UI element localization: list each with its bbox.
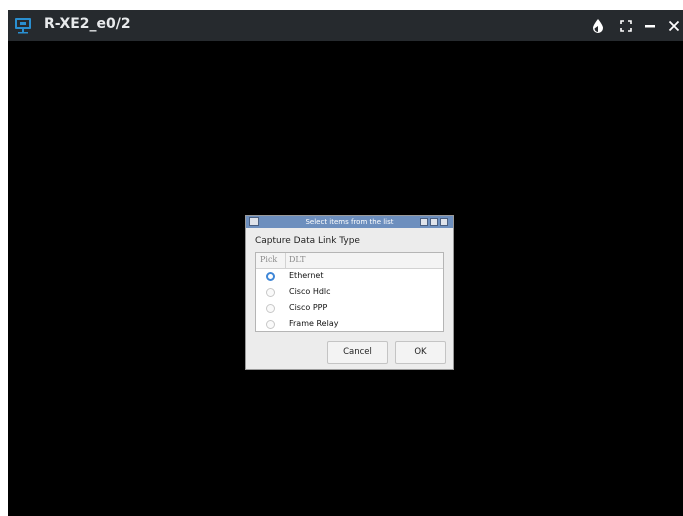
window-title: R-XE2_e0/2 xyxy=(44,16,131,32)
option-label: Cisco PPP xyxy=(289,303,328,312)
dlt-list: Pick DLT Ethernet Cisco Hdlc Cisco PPP F… xyxy=(255,252,444,332)
dialog-minimize-icon[interactable] xyxy=(420,218,428,226)
ok-button[interactable]: OK xyxy=(395,341,446,364)
column-header-pick[interactable]: Pick xyxy=(260,255,277,264)
radio-cisco-hdlc[interactable] xyxy=(266,288,275,297)
dialog-close-icon[interactable] xyxy=(440,218,448,226)
radio-ethernet[interactable] xyxy=(266,272,275,281)
list-item[interactable]: Frame Relay xyxy=(256,317,443,333)
column-header-dlt[interactable]: DLT xyxy=(289,255,305,264)
list-item[interactable]: Cisco PPP xyxy=(256,301,443,317)
column-divider xyxy=(285,253,286,268)
contrast-icon[interactable] xyxy=(590,18,606,34)
option-label: Frame Relay xyxy=(289,319,339,328)
list-header: Pick DLT xyxy=(256,253,443,269)
window-titlebar: R-XE2_e0/2 xyxy=(8,10,683,41)
fullscreen-icon[interactable] xyxy=(618,18,634,34)
close-icon[interactable] xyxy=(666,18,682,34)
dialog-maximize-icon[interactable] xyxy=(430,218,438,226)
select-items-dialog: Select items from the list Capture Data … xyxy=(245,215,454,370)
list-item[interactable]: Cisco Hdlc xyxy=(256,285,443,301)
dialog-titlebar: Select items from the list xyxy=(246,216,453,228)
cancel-button[interactable]: Cancel xyxy=(327,341,388,364)
option-label: Ethernet xyxy=(289,271,324,280)
radio-frame-relay[interactable] xyxy=(266,320,275,329)
option-label: Cisco Hdlc xyxy=(289,287,331,296)
minimize-icon[interactable] xyxy=(642,18,658,34)
console-window: R-XE2_e0/2 Select items from the list Ca… xyxy=(8,10,683,516)
radio-cisco-ppp[interactable] xyxy=(266,304,275,313)
monitor-icon xyxy=(15,18,31,34)
list-item[interactable]: Ethernet xyxy=(256,269,443,285)
dialog-label: Capture Data Link Type xyxy=(255,236,360,246)
